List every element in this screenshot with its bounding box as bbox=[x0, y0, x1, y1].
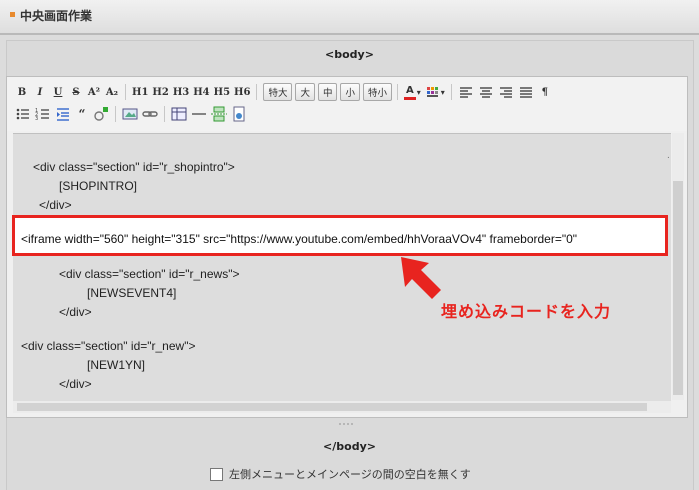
iframe-code-highlight: <iframe width="560" height="315" src="ht… bbox=[12, 215, 668, 256]
pointer-arrow-icon bbox=[401, 257, 441, 299]
text-color-dropdown-icon[interactable]: ▾ bbox=[417, 84, 421, 100]
paragraph-button[interactable]: ¶ bbox=[538, 84, 552, 100]
bold-button[interactable]: B bbox=[15, 84, 29, 100]
indent-icon[interactable] bbox=[55, 106, 71, 122]
code-line: <div class="section" id="r_new"> bbox=[21, 339, 196, 353]
toolbar-separator bbox=[125, 84, 126, 100]
code-line: [NEW1YN] bbox=[87, 358, 146, 372]
toolbar-separator bbox=[397, 84, 399, 100]
toolbar-separator bbox=[164, 106, 165, 122]
heading-3-button[interactable]: H3 bbox=[173, 84, 189, 100]
remove-gap-checkbox[interactable] bbox=[210, 467, 223, 481]
subscript-button[interactable]: A₂ bbox=[105, 84, 119, 100]
heading-6-button[interactable]: H6 bbox=[234, 84, 250, 100]
toolbar-separator bbox=[256, 84, 258, 100]
font-size-medium-button[interactable]: 中 bbox=[317, 83, 338, 101]
align-right-icon[interactable] bbox=[498, 84, 514, 100]
remove-gap-label[interactable]: 左側メニューとメインページの間の空白を無くす bbox=[229, 466, 471, 482]
code-line: <div class="section" id="r_shopintro"> bbox=[33, 160, 235, 174]
font-size-xlarge-button[interactable]: 特大 bbox=[263, 83, 293, 101]
toolbar-row-1: B I U S A² A₂ H1 H2 H3 H4 H5 H6 特大 大 中 小… bbox=[15, 83, 556, 101]
toolbar-row-2: 123 “ bbox=[15, 105, 251, 123]
heading-1-button[interactable]: H1 bbox=[132, 84, 148, 100]
code-line: <div class="section" id="r_news"> bbox=[59, 267, 240, 281]
horizontal-scrollbar[interactable] bbox=[13, 401, 671, 413]
bulleted-list-icon[interactable] bbox=[15, 106, 31, 122]
font-size-small-button[interactable]: 小 bbox=[340, 83, 360, 101]
annotation-callout: 埋め込みコードを入力 bbox=[441, 302, 612, 321]
font-size-large-button[interactable]: 大 bbox=[295, 83, 315, 101]
insert-media-icon[interactable] bbox=[231, 106, 247, 122]
vertical-scroll-thumb[interactable] bbox=[673, 181, 683, 395]
vertical-scrollbar[interactable] bbox=[672, 133, 684, 400]
heading-2-button[interactable]: H2 bbox=[152, 84, 168, 100]
font-size-xsmall-button[interactable]: 特小 bbox=[363, 83, 393, 101]
section-header: 中央画面作業 bbox=[0, 0, 699, 35]
insert-table-icon[interactable] bbox=[171, 106, 187, 122]
page-break-icon[interactable] bbox=[211, 106, 227, 122]
editor-content[interactable]: <div class="section" id="r_shopintro"> [… bbox=[13, 133, 671, 401]
insert-image-icon[interactable] bbox=[122, 106, 138, 122]
code-line: [SHOPINTRO] bbox=[59, 179, 138, 193]
svg-text:3: 3 bbox=[35, 116, 38, 122]
iframe-embed-code: <iframe width="560" height="315" src="ht… bbox=[21, 232, 578, 246]
code-line: </div> bbox=[39, 198, 72, 212]
blockquote-icon[interactable]: “ bbox=[75, 106, 89, 122]
background-color-dropdown-icon[interactable]: ▾ bbox=[441, 84, 445, 100]
horizontal-rule-icon[interactable] bbox=[191, 106, 207, 122]
section-title: 中央画面作業 bbox=[20, 9, 93, 23]
header-bullet-icon bbox=[10, 12, 15, 17]
align-left-icon[interactable] bbox=[458, 84, 474, 100]
align-justify-icon[interactable] bbox=[518, 84, 534, 100]
code-line: </div> bbox=[59, 377, 92, 391]
insert-plugin-icon[interactable] bbox=[93, 106, 109, 122]
insert-link-icon[interactable] bbox=[142, 106, 158, 122]
italic-button[interactable]: I bbox=[33, 84, 47, 100]
text-color-button[interactable]: A bbox=[404, 85, 416, 100]
background-color-icon[interactable] bbox=[425, 84, 441, 100]
stray-dot: . bbox=[667, 150, 670, 161]
toolbar-separator bbox=[450, 84, 452, 100]
horizontal-scroll-thumb[interactable] bbox=[17, 403, 647, 411]
superscript-button[interactable]: A² bbox=[87, 84, 101, 100]
editor-toolbar: B I U S A² A₂ H1 H2 H3 H4 H5 H6 特大 大 中 小… bbox=[7, 77, 687, 131]
numbered-list-icon[interactable]: 123 bbox=[35, 106, 51, 122]
toolbar-separator bbox=[115, 106, 116, 122]
heading-5-button[interactable]: H5 bbox=[214, 84, 230, 100]
underline-button[interactable]: U bbox=[51, 84, 65, 100]
strikethrough-button[interactable]: S bbox=[69, 84, 83, 100]
heading-4-button[interactable]: H4 bbox=[193, 84, 209, 100]
body-open-tag: <body> bbox=[325, 48, 374, 61]
align-center-icon[interactable] bbox=[478, 84, 494, 100]
code-line: [NEWSEVENT4] bbox=[87, 286, 177, 300]
editor-resize-handle[interactable] bbox=[337, 419, 357, 425]
footer-option: 左側メニューとメインページの間の空白を無くす bbox=[210, 466, 471, 482]
code-line: </div> bbox=[59, 305, 92, 319]
body-close-tag: </body> bbox=[323, 440, 376, 453]
